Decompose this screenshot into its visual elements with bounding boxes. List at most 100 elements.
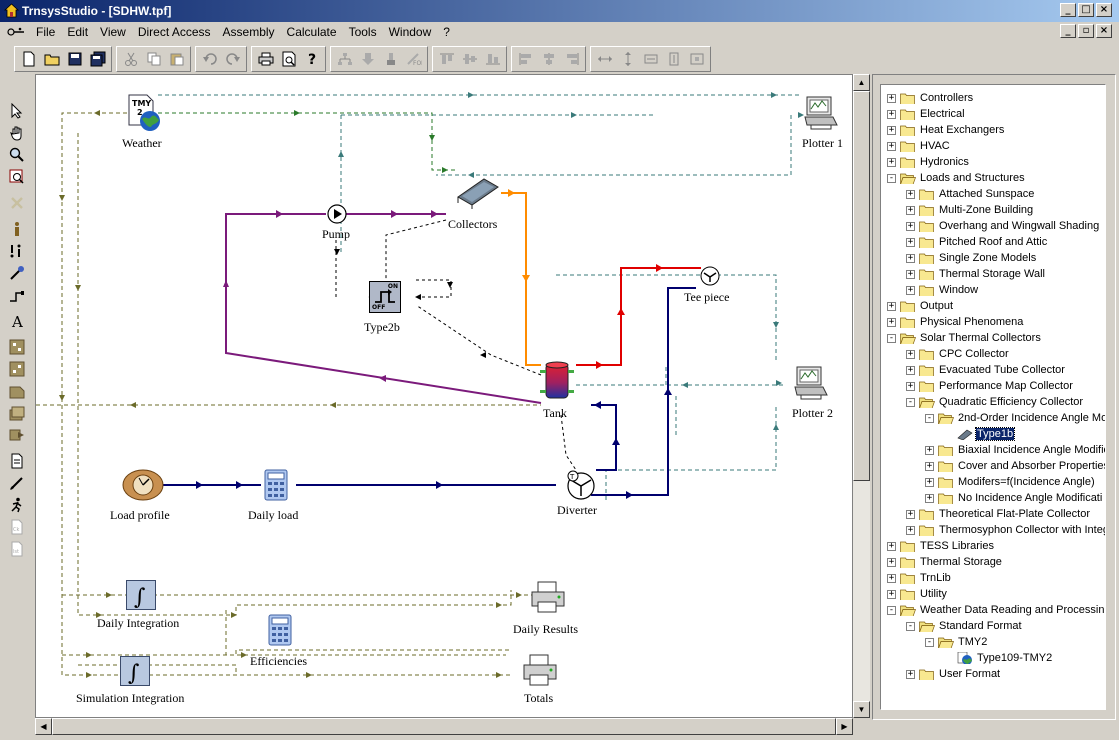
save-icon[interactable] (63, 48, 86, 70)
expand-icon[interactable]: + (887, 557, 896, 567)
tree-item[interactable]: + Controllers (887, 90, 974, 106)
type2b-component-icon[interactable]: ON OFF (369, 281, 401, 313)
stack-icon[interactable] (4, 402, 30, 424)
expand-icon[interactable]: + (925, 493, 934, 503)
tree-item[interactable]: - TMY2 (925, 634, 988, 650)
help-context-icon[interactable]: ? (300, 48, 323, 70)
menu-help[interactable]: ? (437, 23, 456, 41)
expand-icon[interactable]: + (906, 253, 915, 263)
hierarchy-icon[interactable] (333, 48, 356, 70)
tree-item[interactable]: + Electrical (887, 106, 966, 122)
collapse-icon[interactable]: - (887, 173, 896, 183)
maximize-button[interactable]: □ (1078, 3, 1094, 17)
info-icon[interactable] (4, 218, 30, 240)
menu-calculate[interactable]: Calculate (281, 23, 343, 41)
tee-piece-component-icon[interactable] (699, 265, 721, 287)
expand-icon[interactable]: + (887, 109, 896, 119)
tree-item[interactable]: + Attached Sunspace (906, 186, 1035, 202)
print-icon[interactable] (254, 48, 277, 70)
tree-item[interactable]: + Output (887, 298, 954, 314)
brush-icon[interactable] (379, 48, 402, 70)
expand-icon[interactable]: + (887, 589, 896, 599)
tree-item[interactable]: + Thermal Storage Wall (906, 266, 1046, 282)
tree-item[interactable]: + Cover and Absorber Properties (925, 458, 1105, 474)
tree-item[interactable]: + Multi-Zone Building (906, 202, 1034, 218)
vertical-scroll-thumb[interactable] (853, 91, 870, 481)
same-height-icon[interactable] (616, 48, 639, 70)
new-file-icon[interactable] (17, 48, 40, 70)
collapse-icon[interactable]: - (925, 637, 934, 647)
menu-file[interactable]: File (30, 23, 61, 41)
align-middle-icon[interactable] (458, 48, 481, 70)
menu-tools[interactable]: Tools (343, 23, 383, 41)
center-page-icon[interactable] (685, 48, 708, 70)
print-preview-icon[interactable] (277, 48, 300, 70)
diverter-component-icon[interactable]: T (563, 470, 597, 502)
expand-icon[interactable]: + (925, 445, 934, 455)
tree-item[interactable]: + Modifers=f(Incidence Angle) (925, 474, 1096, 490)
simulation-integration-component-icon[interactable]: ∫ (120, 656, 150, 686)
align-top-icon[interactable] (435, 48, 458, 70)
minimize-button[interactable]: _ (1060, 3, 1076, 17)
tree-item[interactable]: Type1b (944, 426, 1016, 442)
align-left-icon[interactable] (514, 48, 537, 70)
redo-icon[interactable] (221, 48, 244, 70)
tree-item[interactable]: - Standard Format (906, 618, 1023, 634)
tree-item[interactable]: + HVAC (887, 138, 951, 154)
totals-component-icon[interactable] (522, 653, 558, 689)
edit-pen-icon[interactable] (4, 472, 30, 494)
collapse-icon[interactable]: - (925, 413, 934, 423)
expand-icon[interactable]: + (887, 157, 896, 167)
tree-item[interactable]: + Single Zone Models (906, 250, 1037, 266)
collapse-icon[interactable]: - (906, 621, 915, 631)
tree-item[interactable]: + Evacuated Tube Collector (906, 362, 1066, 378)
tree-item[interactable]: + Heat Exchangers (887, 122, 1005, 138)
pump-component-icon[interactable] (326, 203, 348, 225)
expand-icon[interactable]: + (906, 669, 915, 679)
space-horizontal-icon[interactable] (639, 48, 662, 70)
tree-item[interactable]: + Biaxial Incidence Angle Modifie (925, 442, 1105, 458)
collapse-icon[interactable]: - (887, 605, 896, 615)
mdi-minimize-button[interactable]: _ (1060, 24, 1076, 38)
tree-item[interactable]: - Solar Thermal Collectors (887, 330, 1042, 346)
tank-component-icon[interactable] (538, 360, 578, 404)
scroll-right-button[interactable]: ▶ (836, 718, 853, 735)
document-icon[interactable] (4, 450, 30, 472)
menu-window[interactable]: Window (383, 23, 438, 41)
scroll-left-button[interactable]: ◀ (35, 718, 52, 735)
expand-icon[interactable]: + (925, 461, 934, 471)
expand-icon[interactable]: + (906, 285, 915, 295)
tree-item[interactable]: + Thermal Storage (887, 554, 1003, 570)
tree-item[interactable]: + Thermosyphon Collector with Integ (906, 522, 1105, 538)
tree-item[interactable]: + TESS Libraries (887, 538, 995, 554)
daily-results-component-icon[interactable] (530, 580, 566, 616)
expand-icon[interactable]: + (887, 93, 896, 103)
mdi-close-button[interactable]: × (1096, 24, 1112, 38)
expand-icon[interactable]: + (887, 125, 896, 135)
menu-direct-access[interactable]: Direct Access (132, 23, 217, 41)
arrow-down-icon[interactable] (356, 48, 379, 70)
menu-edit[interactable]: Edit (61, 23, 94, 41)
expand-icon[interactable]: + (887, 573, 896, 583)
expand-icon[interactable]: + (887, 141, 896, 151)
pointer-icon[interactable] (4, 100, 30, 122)
expand-icon[interactable]: + (906, 205, 915, 215)
zoom-window-icon[interactable] (4, 166, 30, 188)
macro-icon[interactable] (4, 336, 30, 358)
tree-item[interactable]: + No Incidence Angle Modificati (925, 490, 1103, 506)
expand-icon[interactable]: + (906, 221, 915, 231)
tree-item[interactable]: + Pitched Roof and Attic (906, 234, 1048, 250)
tree-item[interactable]: + Window (906, 282, 979, 298)
tree-item[interactable]: - Quadratic Efficiency Collector (906, 394, 1084, 410)
tree-item[interactable]: + Overhang and Wingwall Shading (906, 218, 1100, 234)
delete-link-icon[interactable] (4, 192, 30, 214)
tree-item[interactable]: + Utility (887, 586, 948, 602)
export-icon[interactable] (4, 424, 30, 446)
orthogonal-link-icon[interactable] (4, 284, 30, 306)
tpf-file-icon[interactable]: Ck (4, 516, 30, 538)
tree-item[interactable]: + Performance Map Collector (906, 378, 1074, 394)
expand-icon[interactable]: + (906, 509, 915, 519)
efficiencies-component-icon[interactable] (266, 613, 296, 647)
layer-icon[interactable] (4, 380, 30, 402)
tree-item[interactable]: + User Format (906, 666, 1001, 682)
